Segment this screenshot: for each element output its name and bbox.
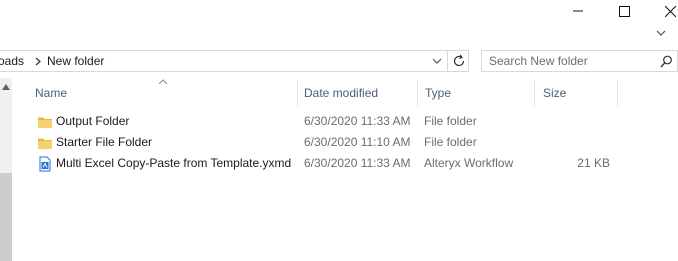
close-icon bbox=[664, 5, 676, 17]
expand-ribbon-button[interactable] bbox=[654, 26, 668, 40]
navigation-pane-scrollbar[interactable] bbox=[0, 78, 12, 261]
column-divider[interactable] bbox=[297, 80, 298, 106]
column-header-size-label: Size bbox=[543, 86, 567, 100]
file-type: Alteryx Workflow bbox=[424, 156, 514, 170]
column-header-name-label: Name bbox=[35, 86, 68, 100]
file-row[interactable]: Output Folder 6/30/2020 11:33 AM File fo… bbox=[34, 111, 644, 132]
file-type: File folder bbox=[424, 114, 477, 128]
file-date-modified: 6/30/2020 11:33 AM bbox=[304, 114, 411, 128]
folder-icon bbox=[38, 117, 52, 128]
scroll-up-arrow-icon[interactable] bbox=[2, 84, 10, 90]
column-divider[interactable] bbox=[534, 80, 535, 106]
search-box[interactable]: Search New folder bbox=[481, 50, 678, 72]
chevron-right-icon[interactable] bbox=[35, 57, 41, 66]
address-bar[interactable]: oads New folder bbox=[0, 50, 469, 72]
scrollbar-thumb[interactable] bbox=[0, 173, 12, 261]
minimize-icon bbox=[573, 10, 583, 12]
column-header-type[interactable]: Type bbox=[425, 80, 533, 106]
file-row[interactable]: Starter File Folder 6/30/2020 11:10 AM F… bbox=[34, 132, 644, 153]
column-header-date-modified[interactable]: Date modified bbox=[304, 80, 416, 106]
breadcrumb-new-folder[interactable]: New folder bbox=[47, 54, 104, 68]
file-size: 21 KB bbox=[577, 156, 610, 170]
column-divider[interactable] bbox=[417, 80, 418, 106]
file-date-modified: 6/30/2020 11:10 AM bbox=[304, 135, 411, 149]
file-name: Output Folder bbox=[56, 114, 130, 128]
close-button[interactable] bbox=[647, 0, 678, 22]
refresh-icon[interactable] bbox=[452, 54, 466, 68]
column-header-name[interactable]: Name bbox=[35, 80, 297, 106]
file-name: Starter File Folder bbox=[56, 135, 153, 149]
file-date-modified: 6/30/2020 11:33 AM bbox=[304, 156, 411, 170]
maximize-button[interactable] bbox=[601, 0, 647, 22]
title-bar bbox=[0, 0, 678, 22]
file-type: File folder bbox=[424, 135, 477, 149]
column-header-type-label: Type bbox=[425, 86, 452, 100]
search-input[interactable]: Search New folder bbox=[489, 54, 588, 68]
divider bbox=[447, 51, 448, 71]
file-row[interactable]: Multi Excel Copy-Paste from Template.yxm… bbox=[34, 153, 644, 174]
workflow-file-icon bbox=[39, 156, 51, 172]
minimize-button[interactable] bbox=[555, 0, 601, 22]
breadcrumb-downloads[interactable]: oads bbox=[0, 54, 24, 68]
column-divider[interactable] bbox=[617, 80, 618, 106]
chevron-down-icon[interactable] bbox=[432, 57, 442, 65]
column-header-date-label: Date modified bbox=[304, 86, 379, 100]
column-header-size[interactable]: Size bbox=[543, 80, 617, 106]
chevron-down-icon bbox=[656, 30, 666, 36]
folder-icon bbox=[38, 138, 52, 149]
file-name: Multi Excel Copy-Paste from Template.yxm… bbox=[56, 156, 292, 170]
search-icon[interactable] bbox=[660, 55, 673, 68]
maximize-icon bbox=[618, 5, 630, 17]
